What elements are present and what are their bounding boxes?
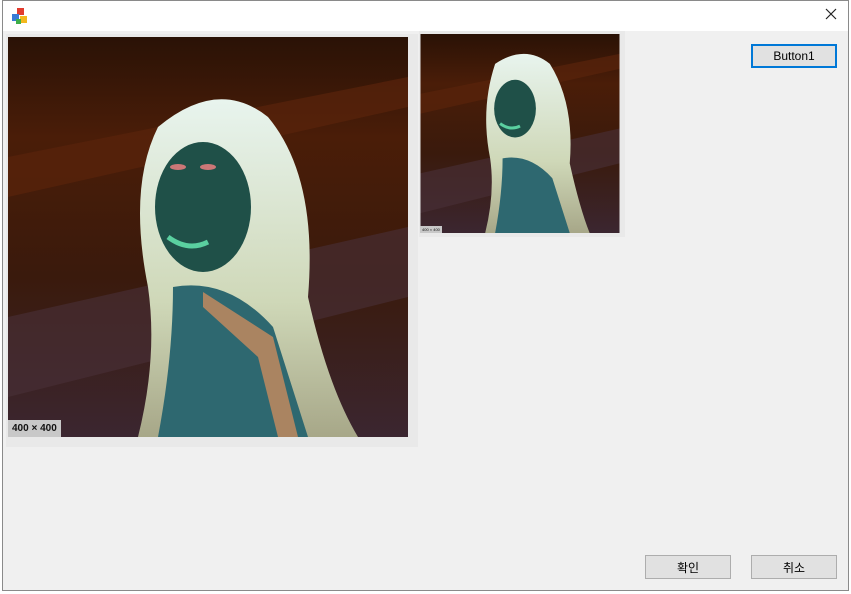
client-area: 400 × 400 400 × 400 Button1 확인 취소 bbox=[3, 31, 848, 590]
app-cubes-icon bbox=[11, 7, 29, 25]
small-image: 400 × 400 bbox=[420, 34, 620, 233]
large-image: 400 × 400 bbox=[8, 37, 408, 437]
button1[interactable]: Button1 bbox=[751, 44, 837, 68]
close-icon bbox=[825, 7, 837, 25]
close-button[interactable] bbox=[814, 1, 848, 31]
small-picture-box: 400 × 400 bbox=[419, 31, 625, 237]
dialog-window: 400 × 400 400 × 400 Button1 확인 취소 bbox=[2, 0, 849, 591]
small-image-size-label: 400 × 400 bbox=[420, 226, 442, 233]
large-image-size-label: 400 × 400 bbox=[8, 420, 61, 437]
cancel-button[interactable]: 취소 bbox=[751, 555, 837, 579]
large-picture-box: 400 × 400 bbox=[6, 34, 418, 447]
ok-button[interactable]: 확인 bbox=[645, 555, 731, 579]
title-bar bbox=[3, 1, 848, 31]
